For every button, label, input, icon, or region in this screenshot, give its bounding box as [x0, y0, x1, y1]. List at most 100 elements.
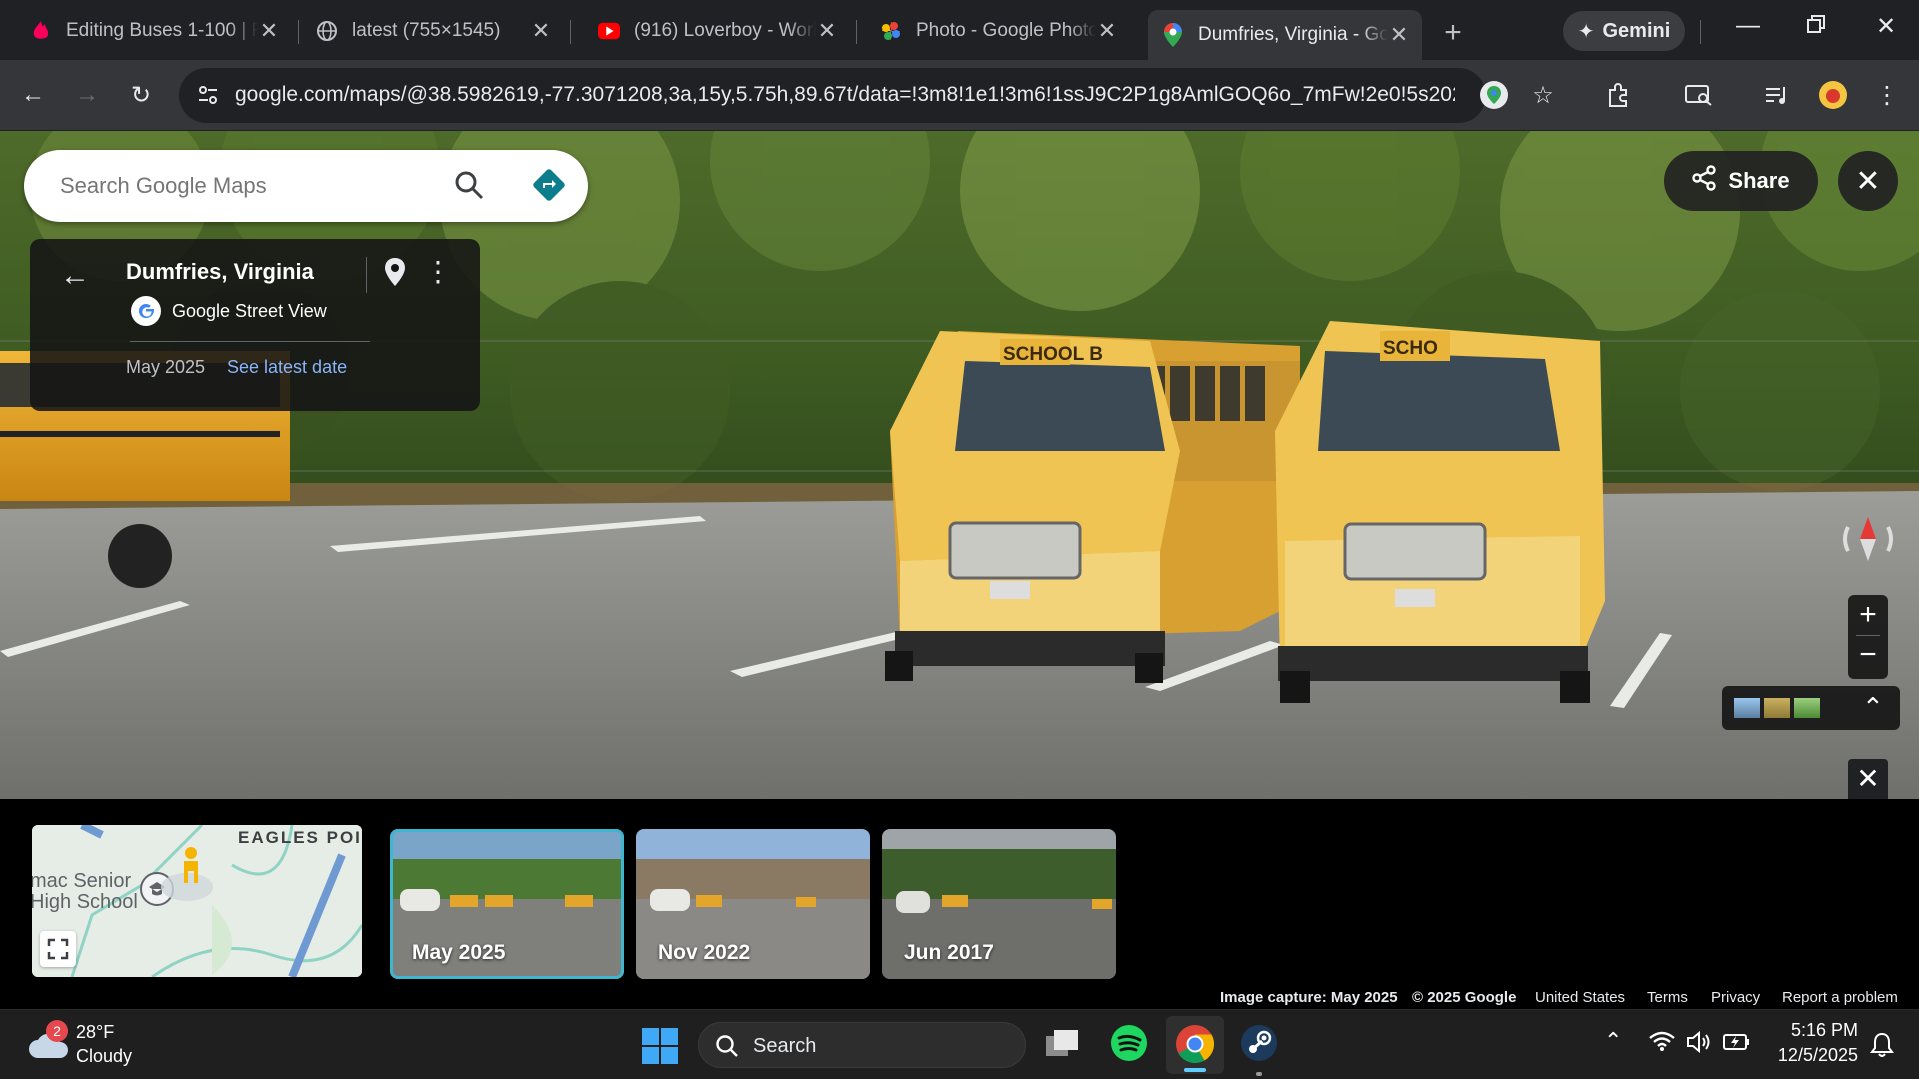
bus-1-sign-text: SCHOOL B	[1003, 344, 1103, 365]
volume-icon[interactable]	[1686, 1030, 1714, 1060]
tab-title: (916) Loverboy - Work	[634, 20, 816, 41]
tab-google-maps[interactable]: Dumfries, Virginia - Go ✕	[1148, 10, 1422, 60]
task-view-icon[interactable]	[1044, 1028, 1080, 1065]
chrome-taskbar-item[interactable]	[1166, 1016, 1224, 1074]
zoom-in-icon[interactable]: +	[1848, 595, 1888, 635]
street-view-panorama[interactable]: SCHOOL B SCHO ← Dumfries, Virginia Go	[0, 131, 1919, 799]
tab-youtube[interactable]: (916) Loverboy - Work ✕	[584, 10, 850, 52]
layer-sky-thumb[interactable]	[1734, 698, 1760, 718]
layer-field-thumb[interactable]	[1764, 698, 1790, 718]
street-view-source: Google Street View	[172, 301, 327, 321]
close-tab-icon[interactable]: ✕	[1388, 22, 1410, 48]
battery-charging-icon[interactable]	[1722, 1030, 1752, 1060]
close-street-view-icon[interactable]: ✕	[1838, 151, 1898, 211]
reload-icon[interactable]: ↻	[124, 78, 158, 112]
notification-bell-icon[interactable]	[1870, 1032, 1894, 1063]
windows-start-icon[interactable]	[642, 1028, 678, 1069]
site-settings-icon[interactable]	[191, 78, 225, 112]
close-tab-icon[interactable]: ✕	[1096, 18, 1118, 44]
minimize-icon[interactable]: —	[1728, 12, 1768, 40]
weather-desc: Cloudy	[76, 1046, 133, 1066]
more-options-icon[interactable]: ⋮	[424, 255, 452, 288]
restore-icon[interactable]	[1796, 12, 1836, 40]
expand-up-icon[interactable]: ⌃	[1862, 692, 1884, 723]
close-tab-icon[interactable]: ✕	[258, 18, 280, 44]
tab-google-photos[interactable]: Photo - Google Photos ✕	[866, 10, 1130, 52]
expand-map-icon[interactable]	[40, 931, 76, 967]
tab-title: Editing Buses 1-100 | F	[66, 20, 258, 41]
browser-toolbar: ← → ↻ google.com/maps/@38.5982619,-77.30…	[0, 60, 1919, 131]
gemini-button[interactable]: ✦ Gemini	[1563, 11, 1685, 51]
card-divider	[366, 257, 367, 293]
timeline-thumb-jun-2017[interactable]: Jun 2017	[882, 829, 1116, 979]
address-bar[interactable]: google.com/maps/@38.5982619,-77.3071208,…	[179, 68, 1486, 123]
timeline-thumb-may-2025[interactable]: May 2025	[390, 829, 624, 979]
taskbar-search[interactable]: Search	[698, 1022, 1026, 1068]
image-capture-date: Image capture: May 2025	[1220, 989, 1398, 1006]
zoom-out-icon[interactable]: −	[1848, 636, 1888, 676]
bookmark-star-icon[interactable]: ☆	[1526, 78, 1560, 112]
location-info-card: ← Dumfries, Virginia Google Street View …	[30, 239, 480, 411]
tab-latest-image[interactable]: latest (755×1545) ✕	[302, 10, 564, 52]
close-tab-icon[interactable]: ✕	[816, 18, 838, 44]
layer-thumbnails[interactable]: ⌃	[1722, 686, 1900, 730]
back-arrow-icon[interactable]: ←	[16, 78, 50, 112]
terms-link[interactable]: Terms	[1647, 989, 1688, 1006]
mini-map[interactable]: EAGLES POI mac Senior High School	[32, 825, 362, 977]
timeline-thumb-nov-2022[interactable]: Nov 2022	[636, 829, 870, 979]
street-view-image: SCHOOL B SCHO	[0, 131, 1919, 799]
divider-line	[130, 341, 370, 342]
tab-title: latest (755×1545)	[352, 20, 501, 41]
weather-widget[interactable]: 2 28°F Cloudy	[24, 1020, 154, 1070]
weather-badge: 2	[46, 1020, 68, 1042]
new-tab-plus-icon[interactable]: +	[1438, 16, 1468, 50]
back-arrow-icon[interactable]: ←	[60, 259, 90, 293]
sparkle-icon: ✦	[1577, 20, 1595, 43]
clock-time[interactable]: 5:16 PM	[1770, 1020, 1858, 1041]
fandom-icon	[30, 20, 52, 42]
profile-avatar[interactable]	[1816, 78, 1850, 112]
extensions-icon[interactable]	[1602, 78, 1636, 112]
clock-date[interactable]: 12/5/2025	[1770, 1045, 1858, 1066]
location-pin-icon[interactable]	[384, 257, 406, 292]
search-input[interactable]	[60, 173, 440, 199]
tab-fandom[interactable]: Editing Buses 1-100 | F ✕	[16, 10, 292, 52]
privacy-link[interactable]: Privacy	[1711, 989, 1760, 1006]
see-latest-date-link[interactable]: See latest date	[227, 357, 347, 378]
directions-icon[interactable]	[532, 168, 566, 207]
capture-date: May 2025	[126, 357, 206, 377]
mini-map-place-label: EAGLES POI	[238, 828, 362, 847]
mini-map-school-label: mac Senior High School	[32, 870, 138, 913]
youtube-icon	[598, 20, 620, 42]
close-window-icon[interactable]: ✕	[1866, 12, 1906, 41]
compass-icon[interactable]	[1838, 509, 1898, 569]
location-title: Dumfries, Virginia	[126, 259, 314, 284]
wifi-icon[interactable]	[1648, 1030, 1676, 1058]
tab-divider	[298, 20, 299, 44]
google-lens-icon[interactable]	[1477, 78, 1511, 112]
report-problem-link[interactable]: Report a problem	[1782, 989, 1898, 1006]
google-photos-icon	[880, 20, 902, 42]
more-menu-icon[interactable]: ⋮	[1870, 78, 1904, 112]
tab-search-icon[interactable]	[1682, 78, 1716, 112]
url-text[interactable]: google.com/maps/@38.5982619,-77.3071208,…	[235, 83, 1455, 107]
steam-icon[interactable]	[1240, 1024, 1278, 1067]
share-button[interactable]: Share	[1664, 151, 1818, 211]
weather-temp: 28°F	[76, 1022, 115, 1042]
layer-terrain-thumb[interactable]	[1794, 698, 1820, 718]
active-indicator	[1184, 1068, 1206, 1072]
close-tab-icon[interactable]: ✕	[530, 18, 552, 44]
chevron-up-icon[interactable]: ⌃	[1604, 1028, 1622, 1054]
spotify-icon[interactable]	[1110, 1024, 1148, 1067]
country-link[interactable]: United States	[1535, 989, 1625, 1006]
timeline-label: May 2025	[412, 941, 506, 964]
close-filmstrip-icon[interactable]: ✕	[1848, 759, 1888, 799]
media-control-icon[interactable]	[1760, 78, 1794, 112]
search-icon[interactable]	[454, 170, 484, 205]
filmstrip-panel: EAGLES POI mac Senior High School May 20…	[0, 799, 1919, 1009]
share-icon	[1692, 165, 1717, 197]
tab-strip: Editing Buses 1-100 | F ✕ latest (755×15…	[0, 0, 1919, 60]
windows-taskbar: 2 28°F Cloudy Search ⌃ 5:16 PM 12/5/2025	[0, 1009, 1919, 1079]
forward-arrow-icon[interactable]: →	[70, 78, 104, 112]
search-box[interactable]	[24, 150, 588, 222]
